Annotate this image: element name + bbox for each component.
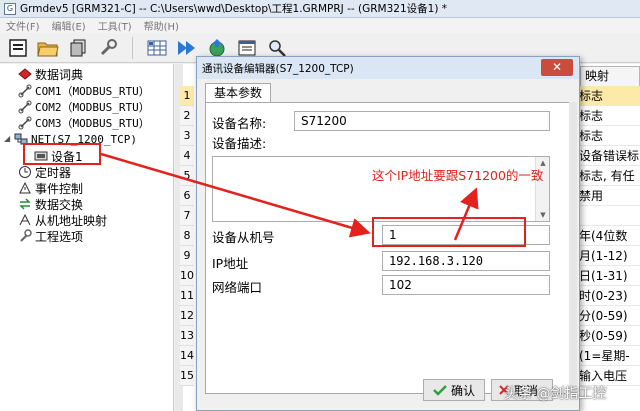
row-number[interactable]: 2 bbox=[180, 106, 194, 126]
row-number[interactable]: 11 bbox=[180, 286, 194, 306]
tree-item-project-options[interactable]: 工程选项 bbox=[18, 228, 83, 244]
timer-icon bbox=[18, 165, 32, 179]
dialog-scrollbar[interactable] bbox=[569, 102, 577, 394]
device-desc-label: 设备描述: bbox=[212, 136, 267, 151]
toolbar-separator bbox=[132, 36, 133, 59]
exchange-icon bbox=[18, 197, 32, 211]
dialog-title: 通讯设备编辑器(S7_1200_TCP) bbox=[202, 62, 354, 75]
window-title: Grmdev5 [GRM321-C] -- C:\Users\wwd\Deskt… bbox=[20, 3, 447, 15]
collapse-icon[interactable]: ◢ bbox=[4, 135, 12, 143]
basic-params-panel: 设备名称: S71200 设备描述: ▲ ▼ 设备从机号 1 IP地址 192.… bbox=[205, 102, 571, 394]
ok-button[interactable]: 确认 bbox=[423, 379, 485, 401]
row-number[interactable]: 14 bbox=[180, 346, 194, 366]
table-cell[interactable]: 标志 bbox=[577, 126, 640, 146]
table-cell[interactable]: 秒(0-59) bbox=[577, 326, 640, 346]
menu-file[interactable]: 文件(F) bbox=[0, 18, 46, 33]
row-number[interactable]: 13 bbox=[180, 326, 194, 346]
slave-id-label: 设备从机号 bbox=[212, 230, 275, 245]
link-icon bbox=[18, 116, 32, 130]
event-icon bbox=[18, 181, 32, 195]
tree-item-com1[interactable]: COM1（MODBUS_RTU） bbox=[18, 83, 150, 99]
table-cell[interactable]: 分(0-59) bbox=[577, 306, 640, 326]
tree-item-data-exchange[interactable]: 数据交换 bbox=[18, 196, 83, 212]
table-cell[interactable]: 标志, 有任 bbox=[577, 166, 640, 186]
mapping-icon bbox=[18, 213, 32, 227]
row-number[interactable]: 8 bbox=[180, 226, 194, 246]
check-icon bbox=[433, 385, 447, 396]
link-icon bbox=[18, 100, 32, 114]
device1-highlight-box bbox=[23, 143, 101, 165]
app-icon: G bbox=[4, 2, 16, 15]
table-cell[interactable]: (1=星期- bbox=[577, 346, 640, 366]
grid-icon[interactable] bbox=[145, 36, 169, 60]
table-cell[interactable]: 日(1-31) bbox=[577, 266, 640, 286]
menu-bar: 文件(F) 编辑(E) 工具(T) 帮助(H) bbox=[0, 18, 640, 33]
table-cell[interactable]: 年(4位数 bbox=[577, 226, 640, 246]
wrench-icon[interactable] bbox=[96, 36, 120, 60]
tree-item-data-dictionary[interactable]: 数据词典 bbox=[18, 66, 83, 82]
row-number[interactable]: 12 bbox=[180, 306, 194, 326]
table-cell[interactable]: 设备错误标 bbox=[577, 146, 640, 166]
network-port-input[interactable]: 102 bbox=[382, 275, 550, 295]
ip-address-input[interactable]: 192.168.3.120 bbox=[382, 251, 550, 271]
ok-button-label: 确认 bbox=[450, 383, 475, 398]
book-icon bbox=[18, 67, 32, 81]
table-cell[interactable]: 禁用 bbox=[577, 186, 640, 206]
tree-item-com2[interactable]: COM2（MODBUS_RTU） bbox=[18, 99, 150, 115]
menu-help[interactable]: 帮助(H) bbox=[138, 18, 185, 33]
tree-item-slave-mapping[interactable]: 从机地址映射 bbox=[18, 212, 107, 228]
tree-item-com3[interactable]: COM3（MODBUS_RTU） bbox=[18, 115, 150, 131]
row-number[interactable]: 5 bbox=[180, 166, 194, 186]
tree-item-timer[interactable]: 定时器 bbox=[18, 164, 71, 180]
table-cell[interactable]: 月(1-12) bbox=[577, 246, 640, 266]
tree-item-event-control[interactable]: 事件控制 bbox=[18, 180, 83, 196]
dialog-titlebar: 通讯设备编辑器(S7_1200_TCP) ✕ bbox=[197, 57, 579, 79]
window-titlebar: G Grmdev5 [GRM321-C] -- C:\Users\wwd\Des… bbox=[0, 0, 640, 18]
close-button[interactable]: ✕ bbox=[541, 59, 573, 76]
row-number[interactable]: 1 bbox=[180, 86, 194, 106]
menu-tools[interactable]: 工具(T) bbox=[92, 18, 138, 33]
device-name-input[interactable]: S71200 bbox=[294, 111, 550, 131]
network-port-label: 网络端口 bbox=[212, 280, 263, 295]
new-project-icon[interactable] bbox=[6, 36, 30, 60]
annotation-text: 这个IP地址要跟S71200的一致 bbox=[372, 168, 544, 183]
ip-address-label: IP地址 bbox=[212, 256, 249, 271]
scroll-down-icon[interactable]: ▼ bbox=[536, 209, 550, 221]
watermark: 头条 @剑指工控 bbox=[504, 386, 607, 402]
row-number[interactable]: 10 bbox=[180, 266, 194, 286]
device-name-label: 设备名称: bbox=[212, 116, 267, 131]
table-cell[interactable]: 时(0-23) bbox=[577, 286, 640, 306]
wrench-icon bbox=[18, 229, 32, 243]
table-cell[interactable] bbox=[577, 206, 640, 226]
table-cell[interactable]: 标志 bbox=[577, 86, 640, 106]
row-number[interactable]: 15 bbox=[180, 366, 194, 386]
row-number[interactable]: 6 bbox=[180, 186, 194, 206]
tab-mapping[interactable]: 映射 bbox=[580, 66, 640, 86]
link-icon bbox=[18, 84, 32, 98]
copy-icon[interactable] bbox=[66, 36, 90, 60]
row-number[interactable]: 7 bbox=[180, 206, 194, 226]
open-folder-icon[interactable] bbox=[36, 36, 60, 60]
project-tree: 数据词典 COM1（MODBUS_RTU） COM2（MODBUS_RTU） C… bbox=[0, 64, 174, 411]
row-number[interactable]: 4 bbox=[180, 146, 194, 166]
tab-basic-params[interactable]: 基本参数 bbox=[205, 83, 271, 103]
ip-highlight-box bbox=[372, 217, 526, 247]
row-number[interactable]: 9 bbox=[180, 246, 194, 266]
table-cell[interactable]: 标志 bbox=[577, 106, 640, 126]
menu-edit[interactable]: 编辑(E) bbox=[46, 18, 92, 33]
row-number[interactable]: 3 bbox=[180, 126, 194, 146]
